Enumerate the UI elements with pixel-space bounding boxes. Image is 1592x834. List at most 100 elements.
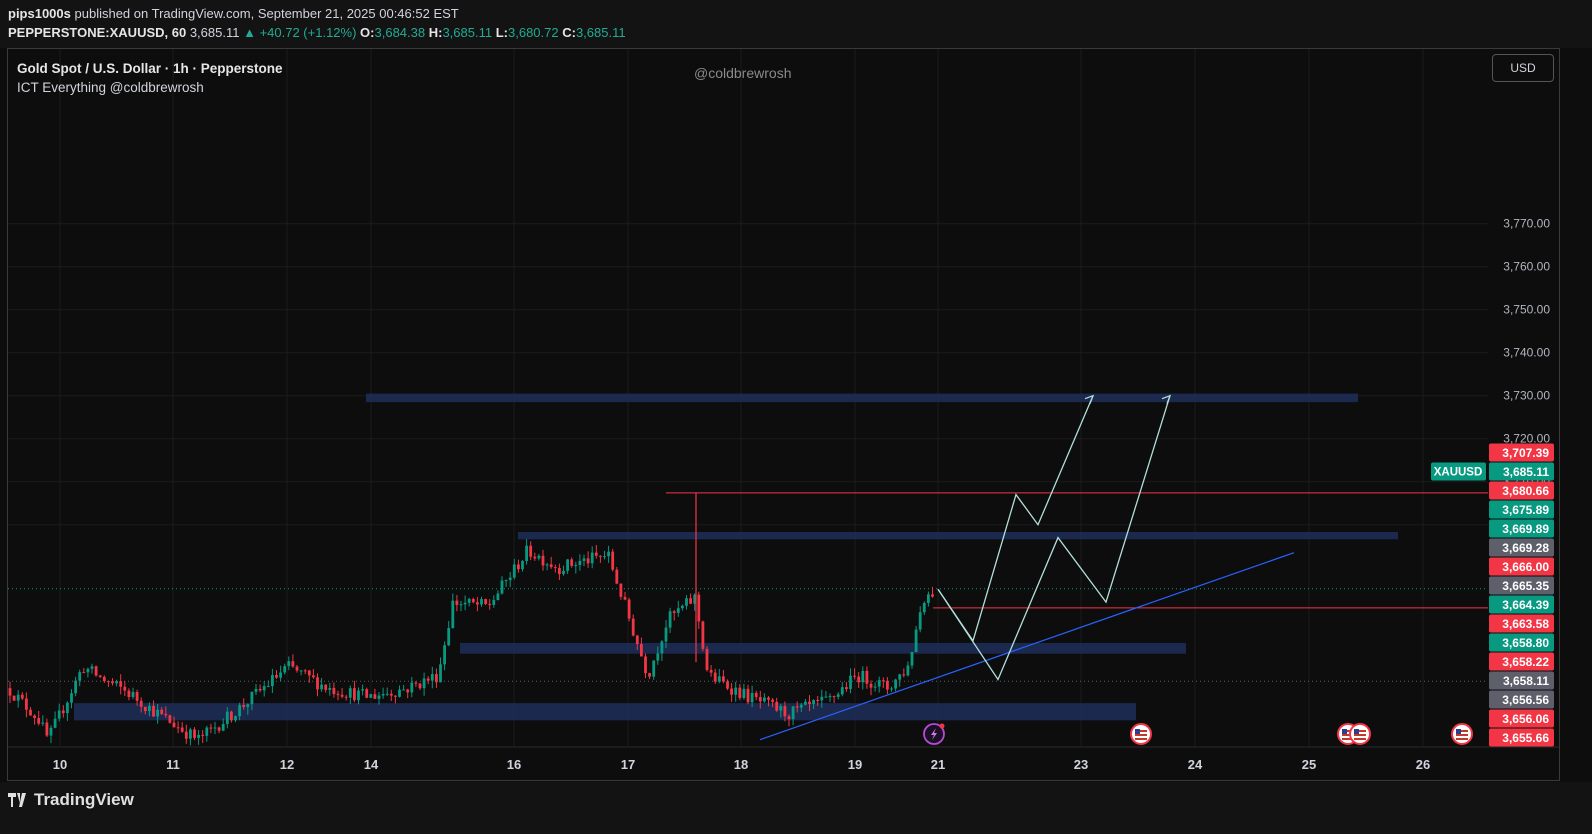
candle-body bbox=[131, 691, 135, 698]
candle-body bbox=[664, 627, 668, 642]
candle-body bbox=[119, 681, 123, 687]
candle-body bbox=[820, 696, 824, 701]
candle-body bbox=[799, 704, 803, 708]
flag-canton bbox=[1135, 729, 1140, 734]
candle-body bbox=[447, 628, 451, 646]
flag-canton bbox=[1354, 729, 1359, 734]
candle-body bbox=[82, 672, 86, 674]
candle-body bbox=[857, 676, 861, 683]
candle-body bbox=[570, 559, 574, 566]
flag-stripe bbox=[1354, 738, 1366, 740]
chart-legend: Gold Spot / U.S. Dollar · 1h · Peppersto… bbox=[17, 59, 283, 97]
candle-body bbox=[541, 555, 545, 566]
x-tick-label: 24 bbox=[1188, 757, 1203, 772]
candle-body bbox=[922, 602, 926, 613]
candle-body bbox=[521, 560, 524, 570]
candle-body bbox=[750, 692, 754, 703]
candle-body bbox=[734, 687, 738, 695]
candle-body bbox=[291, 661, 295, 667]
candle-body bbox=[918, 612, 922, 630]
zone-support-1[interactable] bbox=[460, 642, 1186, 654]
price-label: 3,675.89 bbox=[1502, 503, 1549, 517]
watermark: @coldbrewrosh bbox=[694, 65, 792, 81]
candle-body bbox=[894, 679, 897, 689]
candle-body bbox=[701, 621, 705, 649]
candle-body bbox=[484, 599, 487, 604]
candle-body bbox=[258, 688, 262, 691]
candle-body bbox=[262, 686, 266, 691]
candle-body bbox=[361, 689, 364, 691]
publisher-name[interactable]: pips1000s bbox=[8, 6, 71, 21]
candle-body bbox=[283, 666, 287, 673]
candle-body bbox=[787, 716, 791, 720]
y-tick-label: 3,750.00 bbox=[1503, 303, 1550, 317]
candle-body bbox=[795, 706, 799, 708]
candle-body bbox=[590, 552, 594, 564]
x-tick-label: 21 bbox=[931, 757, 945, 772]
tradingview-logo[interactable]: TradingView bbox=[8, 790, 134, 810]
x-tick-label: 25 bbox=[1302, 757, 1316, 772]
candle-body bbox=[836, 694, 840, 697]
candle-body bbox=[599, 555, 602, 557]
candle-body bbox=[193, 729, 196, 738]
candle-body bbox=[389, 693, 393, 696]
candle-body bbox=[373, 694, 377, 699]
candle-body bbox=[66, 702, 69, 714]
candle-body bbox=[586, 558, 590, 564]
x-tick-label: 23 bbox=[1074, 757, 1088, 772]
candle-body bbox=[295, 666, 299, 671]
candle-body bbox=[49, 727, 53, 736]
zone-upper-target[interactable] bbox=[366, 393, 1358, 403]
zone-support-2[interactable] bbox=[74, 703, 1136, 721]
x-tick-label: 17 bbox=[621, 757, 635, 772]
price-label: 3,664.39 bbox=[1502, 598, 1549, 612]
candle-body bbox=[537, 555, 541, 559]
candle-body bbox=[234, 716, 237, 721]
candle-body bbox=[242, 705, 246, 708]
price-chart[interactable]: 3,700.003,710.003,720.003,730.003,740.00… bbox=[8, 49, 1559, 780]
price-label: 3,663.58 bbox=[1502, 617, 1549, 631]
candle-body bbox=[271, 675, 274, 687]
flag-stripe bbox=[1135, 734, 1147, 736]
price-label: 3,669.28 bbox=[1502, 541, 1549, 555]
candle-body bbox=[123, 686, 127, 691]
candle-body bbox=[90, 666, 94, 669]
candle-body bbox=[783, 706, 787, 717]
candle-body bbox=[426, 678, 430, 681]
candle-body bbox=[545, 564, 549, 566]
candle-body bbox=[709, 670, 713, 673]
legend-indicator[interactable]: ICT Everything @coldbrewrosh bbox=[17, 78, 283, 97]
publish-info: pips1000s published on TradingView.com, … bbox=[8, 6, 459, 21]
candle-body bbox=[529, 545, 533, 557]
tradingview-icon bbox=[8, 793, 26, 807]
candle-body bbox=[578, 560, 582, 566]
candle-body bbox=[94, 666, 98, 676]
candle-body bbox=[74, 680, 77, 694]
candle-body bbox=[287, 661, 291, 667]
x-tick-label: 12 bbox=[280, 757, 294, 772]
candle-body bbox=[303, 670, 307, 672]
candle-body bbox=[184, 731, 188, 739]
candle-body bbox=[627, 599, 631, 619]
candle-body bbox=[812, 699, 815, 705]
high-label: H: bbox=[428, 25, 443, 40]
candle-body bbox=[160, 709, 164, 714]
candle-body bbox=[508, 577, 512, 581]
candle-body bbox=[611, 551, 615, 570]
candle-body bbox=[365, 689, 369, 698]
currency-button[interactable]: USD bbox=[1492, 54, 1554, 82]
candle-body bbox=[512, 564, 516, 578]
ohlc-bar: PEPPERSTONE:XAUUSD, 60 3,685.11 ▲ +40.72… bbox=[8, 25, 626, 40]
candle-body bbox=[61, 710, 65, 714]
candle-body bbox=[435, 674, 438, 683]
candle-body bbox=[689, 598, 692, 604]
candle-body bbox=[504, 580, 508, 582]
candle-body bbox=[189, 729, 192, 739]
candle-body bbox=[656, 653, 660, 661]
candle-body bbox=[8, 688, 12, 696]
zone-mid-resistance[interactable] bbox=[518, 532, 1398, 540]
candle-body bbox=[279, 672, 282, 678]
candle-body bbox=[742, 688, 746, 698]
candle-body bbox=[582, 558, 586, 561]
candle-body bbox=[914, 629, 918, 652]
